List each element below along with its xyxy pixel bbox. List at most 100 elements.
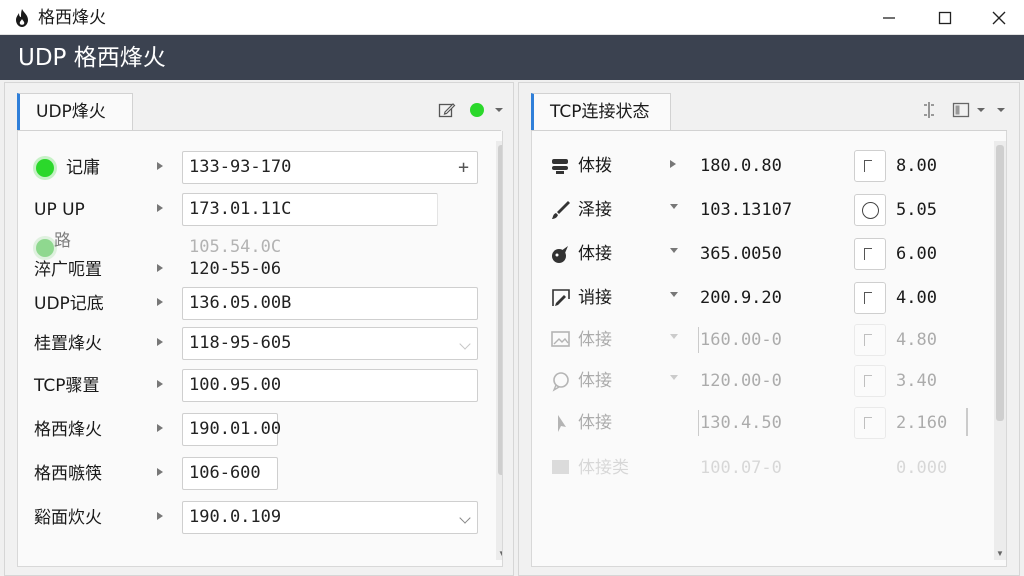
row-label: 格西烽火	[34, 420, 102, 440]
panel-menu-dropdown[interactable]	[991, 100, 1011, 120]
row-label: 泽接	[578, 200, 612, 220]
form-row: TCP骤置 100.95.00	[18, 369, 488, 403]
arrow-right-icon	[670, 160, 676, 168]
database-icon	[552, 159, 568, 174]
status-row[interactable]: 体接 160.00-0 4.80	[532, 323, 992, 357]
row-label: 淬广呃置	[34, 260, 102, 280]
split-icon	[924, 102, 934, 118]
checkbox[interactable]	[854, 365, 886, 397]
arrow-right-icon	[157, 512, 163, 520]
bird-icon	[552, 246, 568, 263]
caret-down-icon	[670, 248, 678, 253]
row-label: TCP骤置	[34, 376, 100, 396]
value-field[interactable]: 136.05.00B	[182, 287, 478, 320]
status-indicator[interactable]	[467, 100, 487, 120]
arrow-right-icon	[157, 264, 163, 272]
scrollbar-thumb[interactable]	[498, 145, 502, 475]
scrollbar-thumb[interactable]	[996, 145, 1004, 421]
vertical-scrollbar[interactable]: ▼	[994, 141, 1006, 560]
status-dot-icon	[470, 103, 484, 117]
value-field[interactable]: 120-55-06	[182, 253, 438, 286]
status-row[interactable]: 体拨 180.0.80 8.00	[532, 149, 992, 183]
status-row[interactable]: 体接 130.4.50 2.160	[532, 406, 992, 440]
tab-udp[interactable]: UDP烽火	[17, 93, 133, 131]
chat-icon	[552, 372, 569, 392]
value-field[interactable]: 190.0.109	[182, 501, 478, 534]
row-value: 160.00-0	[700, 330, 782, 350]
radio-button[interactable]	[854, 194, 886, 226]
plus-icon[interactable]: +	[458, 152, 469, 183]
minimize-icon	[883, 16, 895, 19]
brush-icon	[552, 201, 570, 219]
chevron-down-icon[interactable]	[459, 338, 471, 350]
row-label: 桂置烽火	[34, 334, 102, 354]
close-icon	[992, 11, 1006, 24]
row-value: 365.0050	[700, 244, 782, 264]
checkbox[interactable]	[854, 282, 886, 314]
maximize-button[interactable]	[922, 2, 968, 33]
row-label: 格西嗾筷	[34, 464, 102, 484]
checkbox[interactable]	[854, 324, 886, 356]
status-row[interactable]: 体接 365.0050 6.00	[532, 237, 992, 271]
corner-icon	[864, 292, 872, 304]
form-row: 桂置烽火 118-95-605	[18, 327, 488, 361]
caret-down-icon	[997, 108, 1005, 112]
value-field[interactable]: 133-93-170 +	[182, 151, 478, 184]
arrow-right-icon	[157, 338, 163, 346]
caret-down-icon	[670, 334, 678, 339]
tcp-status-list: 体拨 180.0.80 8.00 泽接 103.13107 5.05 体接 36…	[531, 131, 1007, 567]
status-row[interactable]: 泽接 103.13107 5.05	[532, 193, 992, 227]
edit-frame-icon	[552, 289, 570, 306]
value-field[interactable]: 100.95.00	[182, 369, 478, 402]
layout-button[interactable]	[951, 100, 971, 120]
arrow-right-icon	[157, 298, 163, 306]
close-button[interactable]	[976, 2, 1022, 33]
status-dropdown[interactable]	[489, 100, 509, 120]
corner-icon	[864, 417, 872, 429]
status-row[interactable]: 诮接 200.9.20 4.00	[532, 281, 992, 315]
scroll-down-icon[interactable]: ▼	[496, 548, 502, 560]
chevron-down-icon[interactable]	[459, 512, 471, 524]
row-number: 4.00	[896, 288, 937, 308]
app-header: UDP 格西烽火	[0, 35, 1024, 80]
row-label: 谿面炊火	[34, 508, 102, 528]
row-label: UP UP	[34, 200, 85, 220]
row-value: 130.4.50	[700, 413, 782, 433]
text-cursor	[966, 408, 968, 436]
header-title: UDP 格西烽火	[18, 45, 166, 71]
status-row[interactable]: 体接 120.00-0 3.40	[532, 364, 992, 398]
row-number: 6.00	[896, 244, 937, 264]
row-label: 体接	[578, 371, 612, 391]
minimize-button[interactable]	[866, 2, 912, 33]
row-number: 8.00	[896, 156, 937, 176]
form-row: 淬广呃置 120-55-06	[18, 253, 488, 287]
form-row: UDP记底 136.05.00B	[18, 287, 488, 321]
checkbox[interactable]	[854, 238, 886, 270]
corner-icon	[864, 248, 872, 260]
image-icon	[552, 460, 569, 474]
caret-down-icon	[977, 108, 985, 112]
status-row[interactable]: 体接类 100.07-0 0.000	[532, 451, 992, 485]
flame-icon	[16, 9, 28, 27]
checkbox[interactable]	[854, 150, 886, 182]
circle-icon	[862, 202, 879, 219]
edit-button[interactable]	[437, 100, 457, 120]
row-value: 103.13107	[700, 200, 793, 220]
row-value: 180.0.80	[700, 156, 782, 176]
udp-panel: UDP烽火 记庸 133-93-170 + UP UP 173.01.11C 路…	[4, 82, 514, 576]
arrow-right-icon	[157, 380, 163, 388]
form-row: UP UP 173.01.11C	[18, 193, 488, 227]
layout-dropdown[interactable]	[971, 100, 991, 120]
caret-down-icon	[495, 108, 503, 112]
window-title: 格西烽火	[38, 8, 106, 28]
value-field[interactable]: 118-95-605	[182, 327, 478, 360]
value-field[interactable]: 190.01.00	[182, 413, 281, 446]
vertical-scrollbar[interactable]: ▼	[496, 141, 502, 560]
row-label: 体接类	[578, 458, 629, 478]
scroll-down-icon[interactable]: ▼	[994, 548, 1006, 560]
tab-tcp-status[interactable]: TCP连接状态	[531, 93, 671, 131]
split-view-button[interactable]	[919, 100, 939, 120]
checkbox[interactable]	[854, 407, 886, 439]
value-field[interactable]: 106-600	[182, 457, 278, 490]
value-field[interactable]: 173.01.11C	[182, 193, 438, 226]
